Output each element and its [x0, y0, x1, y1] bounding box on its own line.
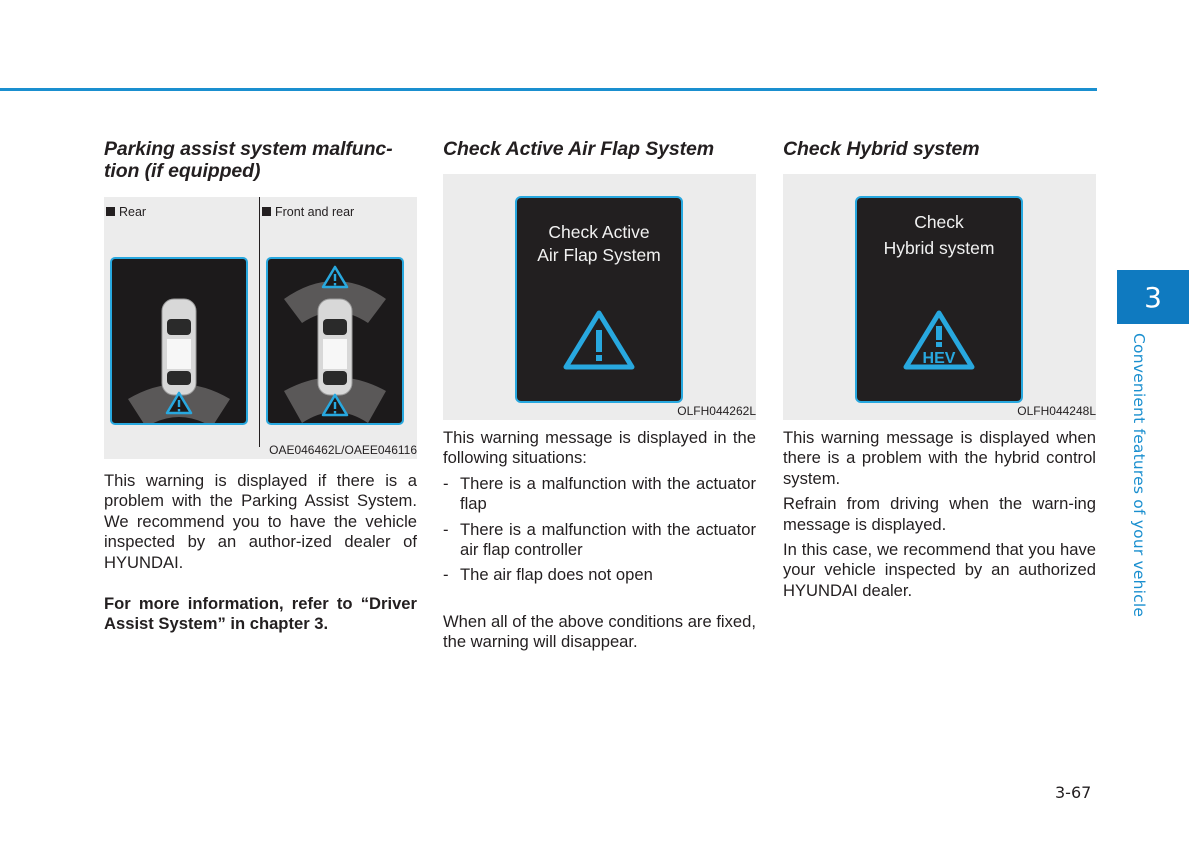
section-check-hybrid: Check Hybrid system Check Hybrid system …	[783, 138, 1096, 601]
chapter-number-tab: 3	[1117, 270, 1189, 324]
figure-caption: OLFH044248L	[1017, 404, 1096, 418]
screen-message-line-1: Check Active	[548, 222, 650, 242]
parking-front-rear-warning-icon	[266, 257, 404, 425]
panel-divider	[259, 197, 260, 447]
hev-label: HEV	[923, 350, 956, 367]
list-item: - There is a malfunction with the actuato…	[443, 473, 756, 514]
warning-triangle-icon	[563, 310, 635, 370]
screen-message-line-1: Check	[914, 212, 964, 232]
parking-assist-figure: Rear Front and rear OAE046462L/OAEE04611…	[104, 197, 417, 459]
screen-message-line-2: Hybrid system	[883, 238, 995, 258]
parking-rear-warning-icon	[110, 257, 248, 425]
header-rule	[0, 88, 1097, 91]
air-flap-message-figure: Check Active Air Flap System OLFH044262L	[443, 174, 756, 420]
body-paragraph: This warning message is displayed when t…	[783, 428, 1096, 488]
section-parking-assist: Parking assist system malfunc- tion (if …	[104, 138, 417, 635]
body-paragraph: In this case, we recommend that you have…	[783, 540, 1096, 600]
figure-caption: OAE046462L/OAEE046116	[269, 443, 417, 457]
car-top-view-icon	[161, 298, 197, 396]
list-item: - There is a malfunction with the actuato…	[443, 519, 756, 560]
section-title: Check Hybrid system	[783, 138, 980, 160]
car-top-view-icon	[317, 298, 353, 396]
figure-caption: OLFH044262L	[677, 404, 756, 418]
panel-label-rear: Rear	[106, 205, 146, 219]
section-title: Parking assist system malfunc- tion (if …	[104, 138, 417, 182]
section-title: Check Active Air Flap System	[443, 138, 715, 160]
section-title-line-1: Parking assist system malfunc-	[104, 138, 393, 160]
closing-paragraph: When all of the above conditions are fix…	[443, 611, 756, 652]
situation-list: - There is a malfunction with the actuato…	[443, 474, 756, 586]
chapter-title: Convenient features of your vehicle	[1130, 333, 1148, 618]
section-title-line-2: tion (if equipped)	[104, 160, 261, 182]
intro-paragraph: This warning message is displayed in the…	[443, 428, 756, 468]
list-item: - The air flap does not open	[443, 565, 653, 585]
square-bullet-icon	[262, 207, 271, 216]
screen-message-line-2: Air Flap System	[537, 245, 661, 265]
page-number: 3-67	[1055, 783, 1092, 802]
square-bullet-icon	[106, 207, 115, 216]
body-paragraph: This warning is displayed if there is a …	[104, 471, 417, 572]
cluster-message-screen: Check Hybrid system HEV	[855, 196, 1023, 403]
panel-label-front-rear: Front and rear	[262, 205, 354, 219]
section-active-air-flap: Check Active Air Flap System Check Activ…	[443, 138, 756, 653]
body-paragraph: Refrain from driving when the warn-ing m…	[783, 494, 1096, 534]
cluster-message-screen: Check Active Air Flap System	[515, 196, 683, 403]
hybrid-message-figure: Check Hybrid system HEV OLFH044248L	[783, 174, 1096, 420]
hev-warning-triangle-icon: HEV	[903, 310, 975, 370]
reference-note: For more information, refer to “Driver A…	[104, 594, 417, 634]
